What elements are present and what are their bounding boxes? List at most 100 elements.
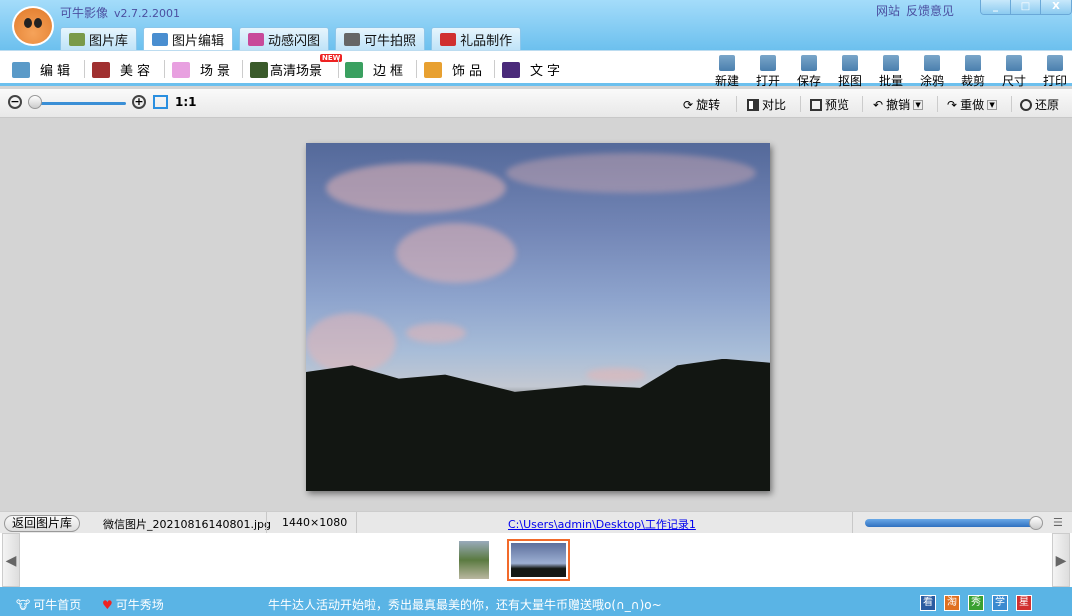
file-tool-7[interactable]: 尺寸 bbox=[998, 53, 1030, 89]
file-tool-5[interactable]: 涂鸦 bbox=[916, 53, 948, 89]
status-bar: 返回图片库 微信图片_20210816140801.jpg 1440×1080 … bbox=[0, 511, 1072, 533]
filmstrip: ◀ ▶ bbox=[0, 533, 1072, 587]
undo-icon: ↶ bbox=[873, 98, 883, 112]
edit-tool-label: 文字 bbox=[530, 60, 564, 79]
file-tool-label: 抠图 bbox=[838, 74, 862, 88]
announcement-text[interactable]: 牛牛达人活动开始啦，秀出最真最美的你，还有大量牛币赠送哦o(∩_∩)o~ bbox=[268, 596, 662, 613]
file-name: 微信图片_20210816140801.jpg bbox=[103, 516, 271, 532]
thumbnail-size-handle[interactable] bbox=[1029, 516, 1043, 530]
tab-label: 可牛拍照 bbox=[364, 30, 416, 49]
tab-icon bbox=[69, 33, 85, 46]
footer-icon-0[interactable]: 看 bbox=[920, 595, 936, 611]
edited-photo[interactable] bbox=[306, 143, 770, 491]
file-tool-label: 保存 bbox=[797, 74, 821, 88]
file-tool-icon bbox=[883, 55, 899, 71]
zoom-slider-handle[interactable] bbox=[28, 95, 42, 109]
edit-tool-2[interactable]: 场景 bbox=[172, 60, 234, 79]
file-tool-icon bbox=[842, 55, 858, 71]
home-label: 可牛首页 bbox=[33, 596, 81, 613]
compare-label: 对比 bbox=[762, 96, 786, 113]
tab-3[interactable]: 可牛拍照 bbox=[335, 27, 425, 50]
undo-button[interactable]: ↶撤销▼ bbox=[873, 96, 923, 113]
footer-icon-3[interactable]: 学 bbox=[992, 595, 1008, 611]
close-button[interactable]: X bbox=[1041, 0, 1071, 14]
feedback-link[interactable]: 反馈意见 bbox=[906, 4, 954, 18]
compare-button[interactable]: 对比 bbox=[747, 96, 786, 113]
file-tool-icon bbox=[760, 55, 776, 71]
image-dimensions: 1440×1080 bbox=[282, 516, 347, 529]
view-toolbar: − + 1:1 ⟳旋转 对比 预览 ↶撤销▼ ↷重做▼ 还原 bbox=[0, 89, 1072, 118]
zoom-in-icon[interactable]: + bbox=[132, 95, 146, 109]
zoom-out-icon[interactable]: − bbox=[8, 95, 22, 109]
file-tool-label: 尺寸 bbox=[1002, 74, 1026, 88]
minimize-button[interactable]: _ bbox=[981, 0, 1011, 14]
edit-tool-icon bbox=[502, 62, 520, 78]
thumbnail-selected[interactable] bbox=[507, 539, 570, 581]
undo-dropdown[interactable]: ▼ bbox=[913, 100, 923, 110]
website-link[interactable]: 网站 bbox=[876, 4, 900, 18]
file-tool-label: 裁剪 bbox=[961, 74, 985, 88]
file-tool-8[interactable]: 打印 bbox=[1039, 53, 1071, 89]
menu-arrow-icon[interactable]: ☰ bbox=[1053, 516, 1063, 529]
tab-0[interactable]: 图片库 bbox=[60, 27, 137, 50]
file-tool-4[interactable]: 批量 bbox=[875, 53, 907, 89]
home-link[interactable]: 🐮可牛首页 bbox=[16, 596, 81, 613]
maximize-button[interactable]: □ bbox=[1011, 0, 1041, 14]
divider bbox=[416, 60, 417, 78]
file-tool-label: 打开 bbox=[756, 74, 780, 88]
edit-tool-label: 美容 bbox=[120, 60, 154, 79]
tab-label: 图片库 bbox=[89, 30, 128, 49]
redo-button[interactable]: ↷重做▼ bbox=[947, 96, 997, 113]
scroll-right-button[interactable]: ▶ bbox=[1052, 533, 1070, 587]
fit-window-icon[interactable] bbox=[153, 95, 168, 109]
tab-label: 礼品制作 bbox=[460, 30, 512, 49]
restore-icon bbox=[1020, 99, 1032, 111]
file-tool-6[interactable]: 裁剪 bbox=[957, 53, 989, 89]
redo-icon: ↷ bbox=[947, 98, 957, 112]
file-tool-3[interactable]: 抠图 bbox=[834, 53, 866, 89]
preview-button[interactable]: 预览 bbox=[810, 96, 849, 113]
file-tool-0[interactable]: 新建 bbox=[711, 53, 743, 89]
edit-tool-0[interactable]: 编辑 bbox=[12, 60, 74, 79]
redo-dropdown[interactable]: ▼ bbox=[987, 100, 997, 110]
zoom-slider[interactable] bbox=[32, 102, 126, 105]
edit-tool-icon bbox=[12, 62, 30, 78]
back-to-library-button[interactable]: 返回图片库 bbox=[4, 515, 80, 532]
tab-icon bbox=[344, 33, 360, 46]
restore-button[interactable]: 还原 bbox=[1020, 96, 1059, 113]
preview-label: 预览 bbox=[825, 96, 849, 113]
divider bbox=[242, 60, 243, 78]
edit-tool-4[interactable]: 边框 bbox=[345, 60, 407, 79]
rotate-button[interactable]: ⟳旋转 bbox=[683, 96, 720, 113]
file-tool-icon bbox=[1006, 55, 1022, 71]
tab-2[interactable]: 动感闪图 bbox=[239, 27, 329, 50]
edit-tool-icon bbox=[92, 62, 110, 78]
new-badge: NEW bbox=[320, 54, 342, 62]
footer-icon-4[interactable]: 星 bbox=[1016, 595, 1032, 611]
tab-1[interactable]: 图片编辑 bbox=[143, 27, 233, 51]
tab-4[interactable]: 礼品制作 bbox=[431, 27, 521, 50]
file-tool-2[interactable]: 保存 bbox=[793, 53, 825, 89]
thumbnail[interactable] bbox=[459, 541, 489, 579]
file-tool-icon bbox=[924, 55, 940, 71]
edit-tool-3[interactable]: 高清场景 bbox=[250, 60, 322, 79]
show-link[interactable]: ♥可牛秀场 bbox=[102, 596, 164, 613]
edit-tool-label: 边框 bbox=[373, 60, 407, 79]
scroll-left-button[interactable]: ◀ bbox=[2, 533, 20, 587]
app-version: v2.7.2.2001 bbox=[114, 7, 180, 20]
file-tool-1[interactable]: 打开 bbox=[752, 53, 784, 89]
tab-label: 动感闪图 bbox=[268, 30, 320, 49]
rotate-icon: ⟳ bbox=[683, 98, 693, 112]
edit-tool-5[interactable]: 饰品 bbox=[424, 60, 486, 79]
footer-icon-1[interactable]: 淘 bbox=[944, 595, 960, 611]
actual-size-button[interactable]: 1:1 bbox=[175, 95, 197, 109]
file-tool-icon bbox=[1047, 55, 1063, 71]
edit-tool-6[interactable]: 文字 bbox=[502, 60, 564, 79]
edit-tool-1[interactable]: 美容 bbox=[92, 60, 154, 79]
file-tool-label: 涂鸦 bbox=[920, 74, 944, 88]
thumbnail-size-slider[interactable] bbox=[865, 519, 1041, 527]
divider bbox=[494, 60, 495, 78]
footer-icon-2[interactable]: 秀 bbox=[968, 595, 984, 611]
file-tool-label: 打印 bbox=[1043, 74, 1067, 88]
file-path-link[interactable]: C:\Users\admin\Desktop\工作记录1 bbox=[508, 516, 696, 532]
